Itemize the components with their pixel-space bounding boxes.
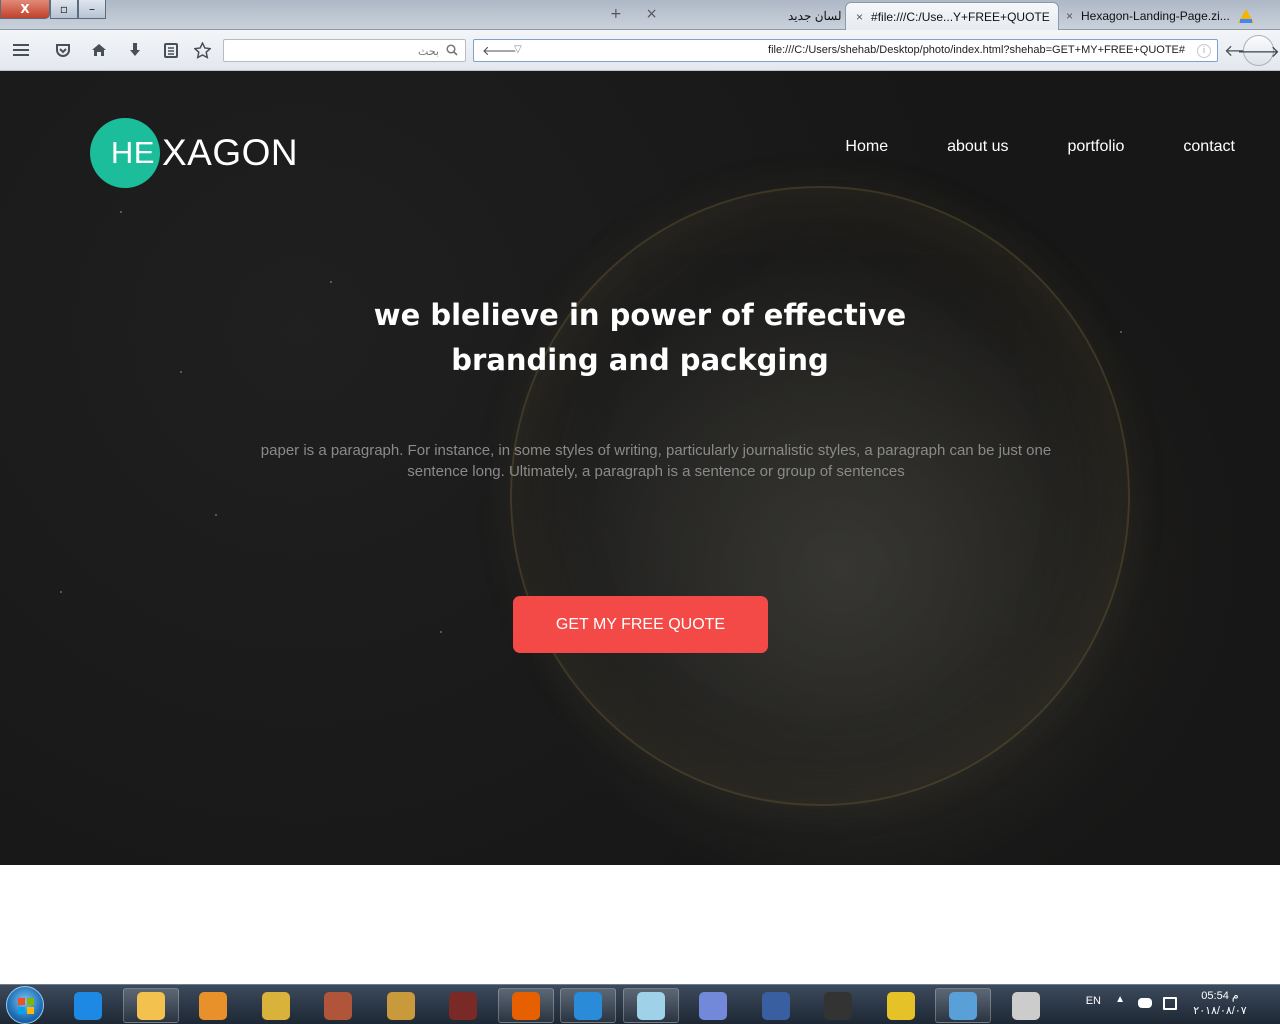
tab-close-icon[interactable]: × bbox=[1066, 9, 1073, 23]
game-admin-icon bbox=[762, 991, 790, 1020]
nav-contact-link[interactable]: contact bbox=[1183, 138, 1235, 156]
taskbar-app-button[interactable] bbox=[873, 988, 929, 1023]
taskbar-app-button[interactable] bbox=[123, 988, 179, 1023]
home-icon[interactable] bbox=[89, 40, 109, 60]
star-dot bbox=[120, 211, 122, 213]
taskbar-app-button[interactable] bbox=[435, 988, 491, 1023]
menu-icon[interactable] bbox=[11, 40, 31, 60]
discord-icon bbox=[699, 991, 727, 1020]
nav-about-link[interactable]: about us bbox=[947, 138, 1008, 156]
site-navigation: Home about us portfolio contact bbox=[845, 138, 1235, 156]
paragraph-line-2: sentence long. Ultimately, a paragraph i… bbox=[407, 463, 905, 480]
window-buttons: X ▫ – bbox=[0, 0, 106, 20]
tab-label: Hexagon-Landing-Page.zi... bbox=[1081, 9, 1230, 23]
pocket-icon[interactable] bbox=[53, 40, 73, 60]
star-dot bbox=[60, 591, 62, 593]
hero-section: HE XAGON Home about us portfolio contact… bbox=[0, 71, 1280, 865]
tab-label: لسان جديد bbox=[788, 9, 842, 23]
headline-line-2: branding and packging bbox=[451, 343, 829, 377]
browser-tab-strip: X ▫ – + × لسان جديد × #file:///C:/Use...… bbox=[0, 0, 1280, 30]
address-bar[interactable]: 🡐 ▽ file:///C:/Users/shehab/Desktop/phot… bbox=[473, 39, 1218, 62]
taskbar-app-button[interactable] bbox=[373, 988, 429, 1023]
window-close-button[interactable]: X bbox=[0, 0, 50, 19]
address-back-icon[interactable]: 🡐 bbox=[482, 43, 517, 59]
discord-tray-icon[interactable] bbox=[1138, 998, 1152, 1008]
taskbar-app-button[interactable] bbox=[685, 988, 741, 1023]
planet-image bbox=[510, 186, 1130, 806]
forward-button[interactable]: 🡒 bbox=[1237, 35, 1280, 66]
close-tab-icon[interactable]: × bbox=[646, 6, 658, 22]
browser-search-box[interactable] bbox=[223, 39, 466, 62]
internet-explorer-icon bbox=[74, 991, 102, 1020]
firefox-icon bbox=[512, 991, 540, 1020]
site-logo[interactable]: HE XAGON bbox=[90, 118, 298, 188]
reading-list-icon[interactable] bbox=[161, 40, 181, 60]
game-logo-d-icon bbox=[387, 991, 415, 1020]
headline-line-1: we blelieve in power of effective bbox=[373, 298, 907, 332]
paragraph-line-1: paper is a paragraph. For instance, in s… bbox=[260, 442, 1052, 459]
penguin-admin-icon bbox=[824, 991, 852, 1020]
download-icon[interactable] bbox=[125, 40, 145, 60]
taskbar-app-button[interactable] bbox=[935, 988, 991, 1023]
notepad-icon bbox=[637, 991, 665, 1020]
video-editor-icon bbox=[887, 991, 915, 1020]
clock-date: ٢٠١٨/٠٨/٠٧ bbox=[1193, 1005, 1247, 1017]
clock[interactable]: 05:54 م ٢٠١٨/٠٨/٠٧ bbox=[1185, 989, 1255, 1019]
system-tray: EN ▲ 05:54 م ٢٠١٨/٠٨/٠٧ bbox=[1020, 985, 1280, 1024]
nav-home-link[interactable]: Home bbox=[845, 138, 888, 156]
tab-download[interactable]: × Hexagon-Landing-Page.zi... bbox=[1056, 2, 1280, 30]
browser-search-input[interactable] bbox=[224, 41, 465, 62]
star-dot bbox=[180, 371, 182, 373]
photo-viewer-icon bbox=[949, 991, 977, 1020]
taskbar-app-button[interactable] bbox=[810, 988, 866, 1023]
tab-new[interactable]: لسان جديد bbox=[778, 2, 852, 30]
taskbar-app-button[interactable] bbox=[60, 988, 116, 1023]
browser-toolbar: 🡐 ▽ file:///C:/Users/shehab/Desktop/phot… bbox=[0, 30, 1280, 71]
taskbar-app-button[interactable] bbox=[498, 988, 554, 1023]
logo-text: XAGON bbox=[162, 132, 299, 173]
star-dot bbox=[440, 631, 442, 633]
star-dot bbox=[1120, 331, 1122, 333]
vscode-icon bbox=[574, 991, 602, 1020]
taskbar-app-button[interactable] bbox=[248, 988, 304, 1023]
logo-circle: HE bbox=[90, 118, 160, 188]
hero-headline: we blelieve in power of effective brandi… bbox=[340, 293, 940, 383]
taskbar-app-button[interactable] bbox=[623, 988, 679, 1023]
language-indicator[interactable]: EN bbox=[1086, 995, 1101, 1007]
get-quote-button[interactable]: GET MY FREE QUOTE bbox=[513, 596, 768, 653]
tray-expand-icon[interactable]: ▲ bbox=[1115, 994, 1125, 1005]
game-warrior-icon bbox=[449, 991, 477, 1020]
star-dot bbox=[215, 514, 217, 516]
tabstrip-actions: + × bbox=[610, 6, 657, 22]
hero-paragraph: paper is a paragraph. For instance, in s… bbox=[240, 440, 1072, 482]
clock-time: 05:54 م bbox=[1201, 990, 1239, 1002]
tab-close-icon[interactable]: × bbox=[856, 10, 863, 24]
game-character-icon bbox=[324, 991, 352, 1020]
url-text[interactable]: file:///C:/Users/shehab/Desktop/photo/in… bbox=[768, 44, 1185, 56]
tab-label: #file:///C:/Use...Y+FREE+QUOTE bbox=[871, 9, 1050, 24]
taskbar-app-button[interactable] bbox=[560, 988, 616, 1023]
start-button[interactable] bbox=[6, 986, 44, 1024]
new-tab-icon[interactable]: + bbox=[610, 6, 622, 22]
window-restore-button[interactable]: ▫ bbox=[50, 0, 78, 19]
taskbar-app-button[interactable] bbox=[310, 988, 366, 1023]
google-drive-icon bbox=[1237, 9, 1254, 23]
tab-active[interactable]: × #file:///C:/Use...Y+FREE+QUOTE bbox=[845, 2, 1059, 30]
info-icon[interactable]: i bbox=[1197, 44, 1211, 58]
star-dot bbox=[330, 281, 332, 283]
window-minimize-button[interactable]: – bbox=[78, 0, 106, 19]
logo-circle-text: HE bbox=[110, 135, 155, 170]
taskbar-app-button[interactable] bbox=[748, 988, 804, 1023]
search-icon bbox=[446, 44, 458, 56]
media-player-icon bbox=[199, 991, 227, 1020]
file-explorer-icon bbox=[137, 991, 165, 1020]
history-dropdown-icon[interactable]: ▽ bbox=[514, 44, 522, 55]
game-shield-icon bbox=[262, 991, 290, 1020]
network-icon[interactable] bbox=[1163, 997, 1177, 1010]
bookmark-star-icon[interactable] bbox=[192, 40, 212, 60]
windows-taskbar: EN ▲ 05:54 م ٢٠١٨/٠٨/٠٧ bbox=[0, 984, 1280, 1024]
nav-portfolio-link[interactable]: portfolio bbox=[1067, 138, 1124, 156]
forward-arrow-icon: 🡒 bbox=[1237, 41, 1280, 61]
taskbar-app-button[interactable] bbox=[185, 988, 241, 1023]
